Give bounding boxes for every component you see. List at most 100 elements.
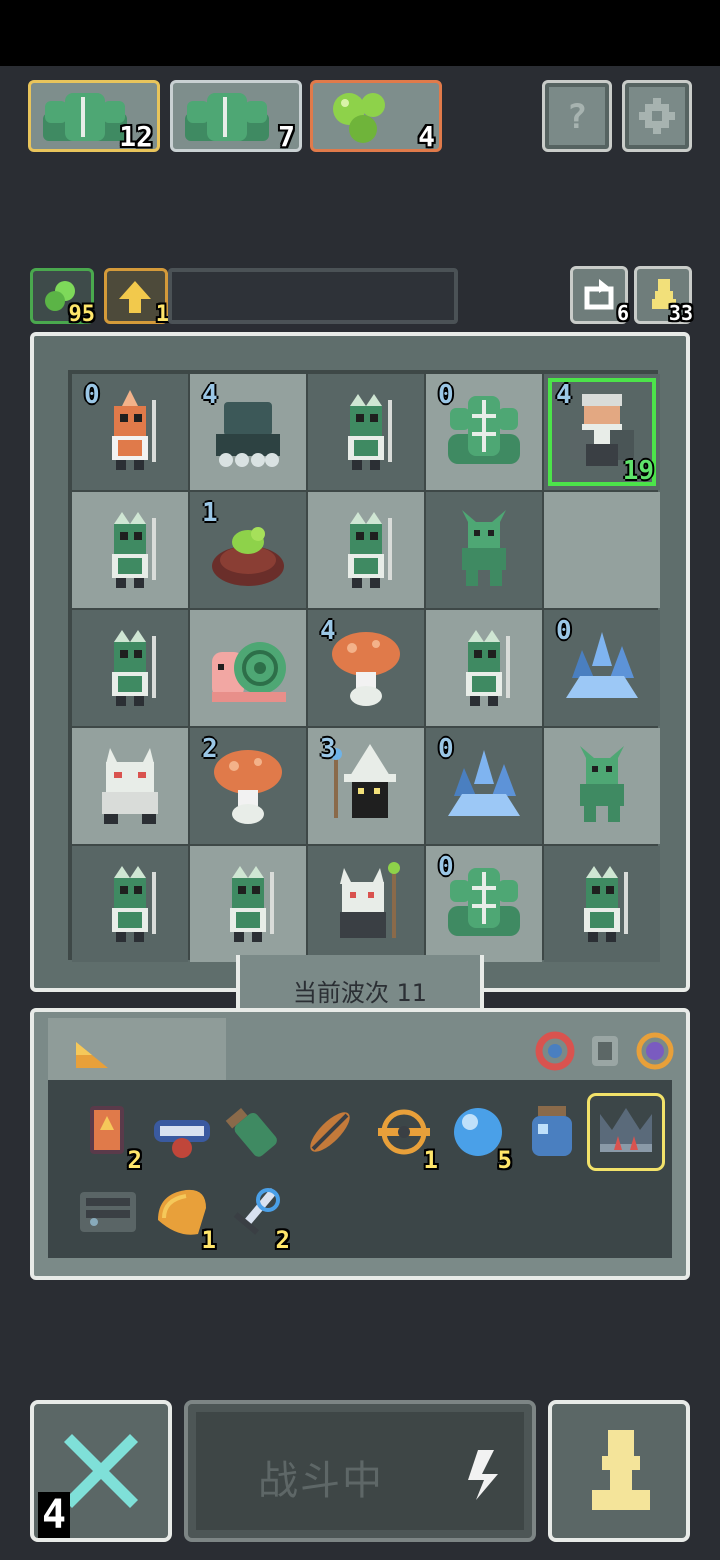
sell-count: 4 xyxy=(38,1492,71,1538)
board-cell[interactable]: 0 xyxy=(544,610,660,726)
refresh-count: 6 xyxy=(616,301,629,325)
upgrade-counter[interactable]: 1 xyxy=(104,268,169,327)
inventory-item[interactable]: 1 xyxy=(368,1096,440,1174)
board-cell[interactable]: 4 19 xyxy=(544,374,660,490)
item-count: 1 xyxy=(201,1226,216,1254)
item-count: 1 xyxy=(423,1146,438,1174)
board-cell[interactable]: 4 xyxy=(190,374,306,490)
ice-crystal-icon xyxy=(448,750,520,816)
unit-level: 3 xyxy=(320,734,336,764)
board-cell[interactable]: 0 xyxy=(426,374,542,490)
pawn-icon xyxy=(592,1430,650,1510)
unit-level: 0 xyxy=(556,616,572,646)
battle-label: 战斗中 xyxy=(258,1458,384,1504)
inventory-item[interactable]: 1 xyxy=(146,1176,218,1254)
board-cell[interactable]: 0 xyxy=(426,846,542,962)
board-cell[interactable]: 3 xyxy=(308,728,424,844)
board-cell[interactable] xyxy=(308,374,424,490)
inventory-tab[interactable] xyxy=(48,1018,226,1084)
gold-value: 95 xyxy=(68,302,96,327)
board-cell[interactable] xyxy=(72,492,188,608)
inventory-item[interactable] xyxy=(294,1096,366,1168)
board-cell[interactable]: 2 xyxy=(190,728,306,844)
faction-count: 12 xyxy=(119,120,153,153)
item-count: 2 xyxy=(127,1146,142,1174)
refresh-icon xyxy=(584,279,614,310)
fire-goblin-icon xyxy=(112,390,156,470)
status-bar xyxy=(0,0,720,66)
board-grid-frame: 0 4 0 4 19 1 4 0 2 3 0 0 xyxy=(68,370,660,962)
board-cell[interactable]: 1 xyxy=(190,492,306,608)
inventory-item[interactable]: 2 xyxy=(72,1096,144,1174)
snail-icon xyxy=(212,642,286,702)
goblin-warrior-icon xyxy=(584,866,628,942)
board-cell[interactable] xyxy=(544,728,660,844)
cactus-icon xyxy=(448,396,520,464)
inventory-item[interactable]: 2 xyxy=(220,1176,292,1254)
unit-level: 0 xyxy=(438,852,454,882)
inventory-filters xyxy=(512,1020,676,1082)
board-cell[interactable] xyxy=(190,846,306,962)
crown-icon xyxy=(600,1108,652,1152)
faction-card-cactus-2[interactable]: 7 xyxy=(170,80,302,153)
board-cell[interactable] xyxy=(72,846,188,962)
stone-tower-icon xyxy=(216,402,280,467)
item-count: 5 xyxy=(497,1146,512,1174)
board-cell[interactable] xyxy=(426,492,542,608)
item-count: 2 xyxy=(275,1226,290,1254)
cart-icon xyxy=(154,1120,210,1158)
goblin-warrior-icon xyxy=(466,630,510,706)
gray-armor-icon[interactable] xyxy=(584,1030,626,1072)
inventory-item[interactable]: 5 xyxy=(442,1096,514,1174)
board-cell[interactable] xyxy=(426,610,542,726)
board-cell[interactable] xyxy=(308,846,424,962)
help-icon: ? xyxy=(566,97,588,137)
up-arrow-icon xyxy=(119,281,151,313)
gold-counter: 95 xyxy=(30,268,96,327)
white-wolf-icon xyxy=(102,748,158,824)
slime-icon xyxy=(333,93,385,143)
purple-ring-icon[interactable] xyxy=(634,1030,676,1072)
board-cell[interactable]: 0 xyxy=(72,374,188,490)
goblin-warrior-icon xyxy=(112,866,156,942)
unit-level: 4 xyxy=(202,380,218,410)
inventory-item[interactable] xyxy=(587,1093,665,1171)
board-cell[interactable]: 0 xyxy=(426,728,542,844)
board-cell[interactable] xyxy=(190,610,306,726)
sell-button[interactable]: 4 xyxy=(30,1400,172,1542)
inventory-item[interactable] xyxy=(72,1176,144,1248)
cactus-icon xyxy=(448,868,520,936)
faction-card-cactus-1[interactable]: 12 xyxy=(28,80,160,153)
faction-count: 7 xyxy=(278,120,295,153)
red-ring-icon[interactable] xyxy=(534,1030,576,1072)
goblin-warrior-icon xyxy=(112,512,156,588)
inventory-item[interactable] xyxy=(146,1096,218,1168)
settings-button[interactable] xyxy=(622,80,692,152)
board-cell[interactable] xyxy=(544,492,660,608)
inventory-panel: 2 1 5 1 2 xyxy=(30,1008,690,1280)
ice-crystal-icon xyxy=(566,632,638,698)
board-cell[interactable] xyxy=(544,846,660,962)
inventory-grid: 2 1 5 1 2 xyxy=(48,1080,672,1258)
green-imp-icon xyxy=(462,510,506,586)
wolf-shaman-icon xyxy=(340,862,400,938)
inventory-item[interactable] xyxy=(220,1096,292,1168)
board-cell[interactable] xyxy=(72,728,188,844)
goblin-warrior-icon xyxy=(112,630,156,706)
pieces-button[interactable]: 33 xyxy=(634,266,693,325)
battle-button[interactable]: 战斗中 xyxy=(184,1400,536,1542)
goblin-warrior-icon xyxy=(230,866,274,942)
faction-card-slime[interactable]: 4 xyxy=(310,80,442,153)
board-cell[interactable] xyxy=(72,610,188,726)
goblin-warrior-icon xyxy=(348,512,392,588)
help-button[interactable]: ? xyxy=(542,80,612,152)
mushroom-icon xyxy=(332,632,400,706)
refresh-button[interactable]: 6 xyxy=(570,266,629,325)
unit-level: 1 xyxy=(202,498,218,528)
inventory-item[interactable] xyxy=(516,1096,588,1168)
recruit-button[interactable] xyxy=(548,1400,690,1542)
goblin-warrior-icon xyxy=(348,394,392,470)
board-cell[interactable] xyxy=(308,492,424,608)
unit-level: 2 xyxy=(202,734,218,764)
board-cell[interactable]: 4 xyxy=(308,610,424,726)
